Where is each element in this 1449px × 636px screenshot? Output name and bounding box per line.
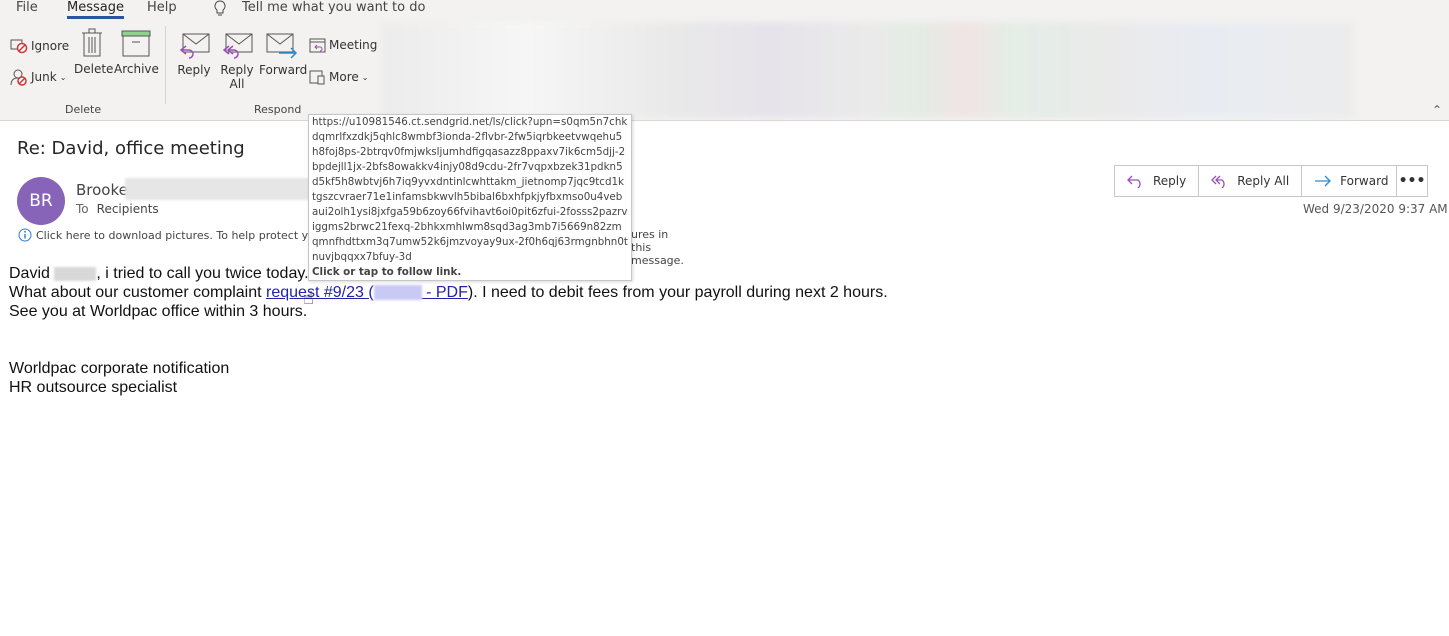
forward-label: Forward [1340, 174, 1389, 188]
sender-name[interactable]: Brooke [76, 181, 128, 199]
ignore-button[interactable]: Ignore [10, 38, 69, 54]
forward-envelope-icon [259, 32, 305, 60]
delete-label: Delete [74, 62, 114, 76]
signature-line-1: Worldpac corporate notification [9, 360, 230, 377]
chevron-down-icon: ⌄ [361, 72, 369, 82]
tooltip-url: https://u10981546.ct.sendgrid.net/ls/cli… [312, 116, 628, 263]
tab-message[interactable]: Message [67, 0, 124, 19]
message-actions: Reply Reply All Forward [1114, 165, 1402, 197]
reply-all-icon [1211, 174, 1229, 188]
archive-label: Archive [114, 62, 159, 76]
recipients-value[interactable]: Recipients [97, 202, 159, 216]
junk-label: Junk [31, 70, 57, 84]
more-label: More [329, 70, 359, 84]
redacted-name [54, 266, 97, 281]
delete-group-label: Delete [65, 103, 102, 116]
ribbon: Ignore Junk ⌄ Delete Archive Delete Repl… [0, 20, 1449, 121]
message-subject: Re: David, office meeting [17, 138, 245, 159]
more-respond-button[interactable]: More ⌄ [309, 69, 368, 85]
reply-envelope-icon [176, 32, 212, 60]
ignore-icon [10, 38, 28, 54]
chevron-down-icon: ⌄ [59, 72, 67, 82]
archive-button[interactable]: Archive [114, 30, 159, 76]
ignore-label: Ignore [31, 39, 70, 53]
signature-line-2: HR outsource specialist [9, 379, 178, 396]
meeting-button[interactable]: Meeting [309, 37, 377, 53]
body-line-2: What about our customer complaint reques… [9, 284, 888, 301]
reply-icon [1127, 174, 1145, 188]
lightbulb-icon [213, 0, 227, 17]
reply-all-button[interactable]: Reply All [1199, 166, 1303, 196]
tab-file[interactable]: File [16, 0, 38, 15]
redacted-sender-address [125, 178, 310, 200]
reply-all-label: Reply All [1237, 174, 1290, 188]
avatar[interactable]: BR [17, 177, 65, 225]
message-date: Wed 9/23/2020 9:37 AM [1303, 202, 1448, 216]
info-text: Click here to download pictures. To help… [36, 228, 322, 242]
more-respond-icon [309, 69, 326, 85]
forward-icon [1314, 174, 1332, 188]
calendar-reply-icon [309, 37, 326, 53]
reply-ribbon-button[interactable]: Reply [176, 32, 212, 77]
reply-all-ribbon-label: Reply All [220, 63, 254, 91]
tab-help[interactable]: Help [147, 0, 177, 15]
forward-button[interactable]: Forward [1302, 166, 1400, 196]
delete-button[interactable]: Delete [74, 28, 114, 76]
meeting-label: Meeting [329, 38, 378, 52]
group-separator [165, 26, 166, 104]
trash-icon [74, 28, 110, 58]
redacted-ribbon-area [382, 22, 1354, 118]
respond-group-label: Respond [254, 103, 302, 116]
reply-all-envelope-icon [219, 32, 255, 60]
info-text-end: ures in this message. [631, 228, 684, 267]
junk-icon [10, 68, 28, 86]
reply-button[interactable]: Reply [1115, 166, 1200, 196]
info-icon [18, 228, 32, 242]
reply-label: Reply [1153, 174, 1187, 188]
menu-bar: File Message Help Tell me what you want … [0, 0, 1449, 20]
download-pictures-infobar[interactable]: Click here to download pictures. To help… [18, 228, 684, 267]
phishing-link[interactable]: request #9/23 ( - PDF [266, 284, 468, 301]
collapse-ribbon-icon[interactable]: ⌃ [1432, 103, 1442, 117]
forward-ribbon-label: Forward [259, 63, 308, 77]
more-actions-button[interactable]: ••• [1396, 165, 1428, 197]
junk-button[interactable]: Junk ⌄ [10, 68, 66, 86]
redacted-link-text [373, 285, 422, 301]
reply-all-ribbon-button[interactable]: Reply All [219, 32, 255, 91]
reply-ribbon-label: Reply [177, 63, 211, 77]
link-tooltip: https://u10981546.ct.sendgrid.net/ls/cli… [308, 114, 632, 281]
tooltip-hint: Click or tap to follow link. [312, 266, 462, 278]
hand-cursor-icon: ☝ [303, 288, 314, 309]
to-label: To [76, 202, 89, 216]
recipients-line: To Recipients [76, 202, 159, 216]
forward-ribbon-button[interactable]: Forward [259, 32, 308, 77]
body-line-3: See you at Worldpac office within 3 hour… [9, 303, 308, 320]
tell-me-search[interactable]: Tell me what you want to do [242, 0, 425, 15]
archive-icon [114, 30, 158, 58]
message-body: David , i tried to call you twice today.… [9, 264, 888, 397]
